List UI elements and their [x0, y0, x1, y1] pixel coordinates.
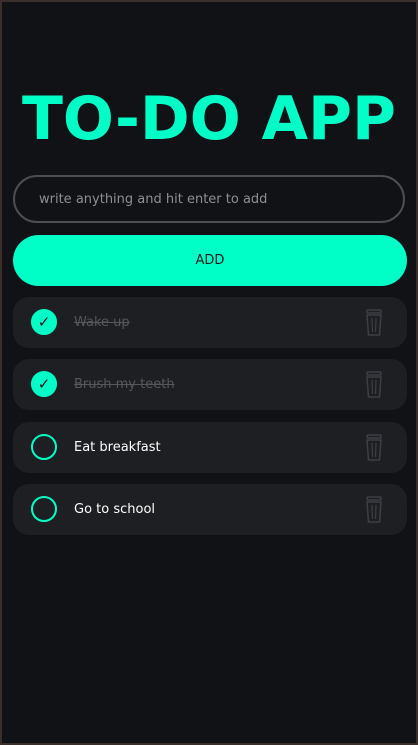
trash-icon[interactable] — [364, 309, 384, 337]
trash-icon[interactable] — [364, 434, 384, 462]
trash-icon[interactable] — [364, 371, 384, 399]
todo-label: Eat breakfast — [74, 440, 161, 455]
todo-label: Brush my teeth — [74, 377, 175, 392]
checkmark-icon: ✓ — [37, 374, 51, 393]
todo-checkbox[interactable] — [31, 434, 57, 460]
todo-item: ✓ Wake up — [13, 297, 407, 348]
checkmark-icon: ✓ — [37, 312, 51, 331]
todo-input[interactable] — [13, 175, 405, 223]
todo-checkbox[interactable]: ✓ — [31, 309, 57, 335]
todo-checkbox[interactable]: ✓ — [31, 371, 57, 397]
trash-icon[interactable] — [364, 496, 384, 524]
todo-label: Wake up — [74, 315, 130, 330]
app-container: TO-DO APP ADD ✓ Wake up ✓ Brush my teeth… — [2, 2, 416, 743]
todo-label: Go to school — [74, 502, 156, 517]
todo-checkbox[interactable] — [31, 496, 57, 522]
app-title: TO-DO APP — [21, 84, 397, 154]
todo-item: Go to school — [13, 484, 407, 535]
todo-item: ✓ Brush my teeth — [13, 359, 407, 410]
add-button[interactable]: ADD — [13, 235, 407, 286]
todo-item: Eat breakfast — [13, 422, 407, 473]
